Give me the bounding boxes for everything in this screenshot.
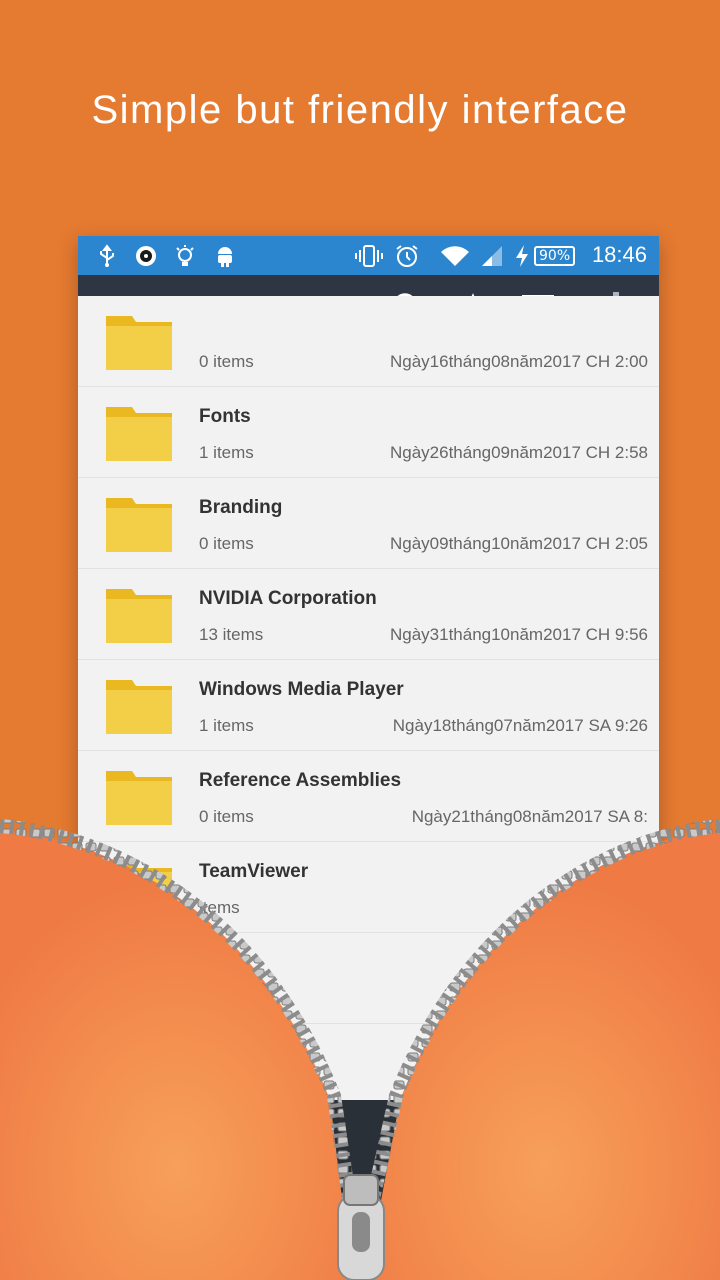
headline: Simple but friendly interface [91, 88, 629, 132]
file-count: 0 items [199, 352, 254, 371]
file-name: Windows Media Player [199, 679, 404, 700]
status-bar: 90% 18:46 [78, 236, 659, 275]
file-date: Ngày21tháng08năm2017 SA 8: [411, 807, 648, 826]
file-name: Fonts [199, 406, 251, 427]
file-name: NVIDIA Corporation [199, 588, 377, 609]
list-item[interactable]: Windows Media Player 1 items Ngày18tháng… [78, 660, 659, 751]
folder-icon [106, 585, 172, 643]
charging-icon [514, 244, 530, 268]
phone-screen: 90% 18:46 storage sdca [78, 236, 659, 1136]
file-count: items [199, 898, 240, 917]
signal-icon [480, 244, 504, 268]
file-count: 1 items [199, 443, 254, 462]
file-count: 1 items [199, 716, 254, 735]
file-name: wer [199, 952, 232, 973]
list-item[interactable]: 0 items Ngày16tháng08năm2017 CH 2:00 [78, 296, 659, 387]
battery-indicator: 90% [534, 244, 576, 268]
status-time: 18:46 [591, 242, 647, 267]
file-name: Branding [199, 497, 283, 518]
folder-icon [106, 949, 172, 1007]
zipper-pull-icon [337, 1174, 385, 1280]
list-item[interactable]: Branding 0 items Ngày09tháng10năm2017 CH… [78, 478, 659, 569]
usb-icon [96, 244, 118, 268]
folder-icon [106, 494, 172, 552]
folder-icon [106, 403, 172, 461]
file-date: Ngày20tháng1 [537, 898, 648, 917]
file-count: 0 items [199, 807, 254, 826]
file-count: 0 items [199, 534, 254, 553]
android-icon [214, 244, 236, 268]
folder-icon [106, 858, 172, 916]
file-count: 13 items [199, 625, 264, 644]
alarm-icon [394, 244, 420, 268]
list-item[interactable]: Reference Assemblies 0 items Ngày21tháng… [78, 751, 659, 842]
file-date: Ngày18tháng07năm2017 SA 9:26 [392, 716, 648, 735]
folder-icon [106, 676, 172, 734]
list-item[interactable]: wer Ngày [78, 933, 659, 1024]
list-item[interactable]: TeamViewer items Ngày20tháng1 [78, 842, 659, 933]
vibrate-icon [354, 244, 384, 268]
file-date: Ngày26tháng09năm2017 CH 2:58 [389, 443, 648, 462]
list-item[interactable]: NVIDIA Corporation 13 items Ngày31tháng1… [78, 569, 659, 660]
file-name: Reference Assemblies [199, 770, 402, 791]
folder-icon [106, 767, 172, 825]
file-date: Ngày31tháng10năm2017 CH 9:56 [389, 625, 648, 644]
record-icon [134, 244, 158, 268]
battery-level: 90% [534, 246, 576, 266]
file-name: TeamViewer [199, 861, 309, 882]
wifi-icon [440, 244, 470, 268]
list-item[interactable]: Fonts 1 items Ngày26tháng09năm2017 CH 2:… [78, 387, 659, 478]
file-date: Ngày [608, 989, 648, 1008]
folder-icon [106, 312, 172, 370]
file-date: Ngày09tháng10năm2017 CH 2:05 [389, 534, 648, 553]
file-date: Ngày16tháng08năm2017 CH 2:00 [389, 352, 648, 371]
bulb-icon [174, 244, 196, 268]
